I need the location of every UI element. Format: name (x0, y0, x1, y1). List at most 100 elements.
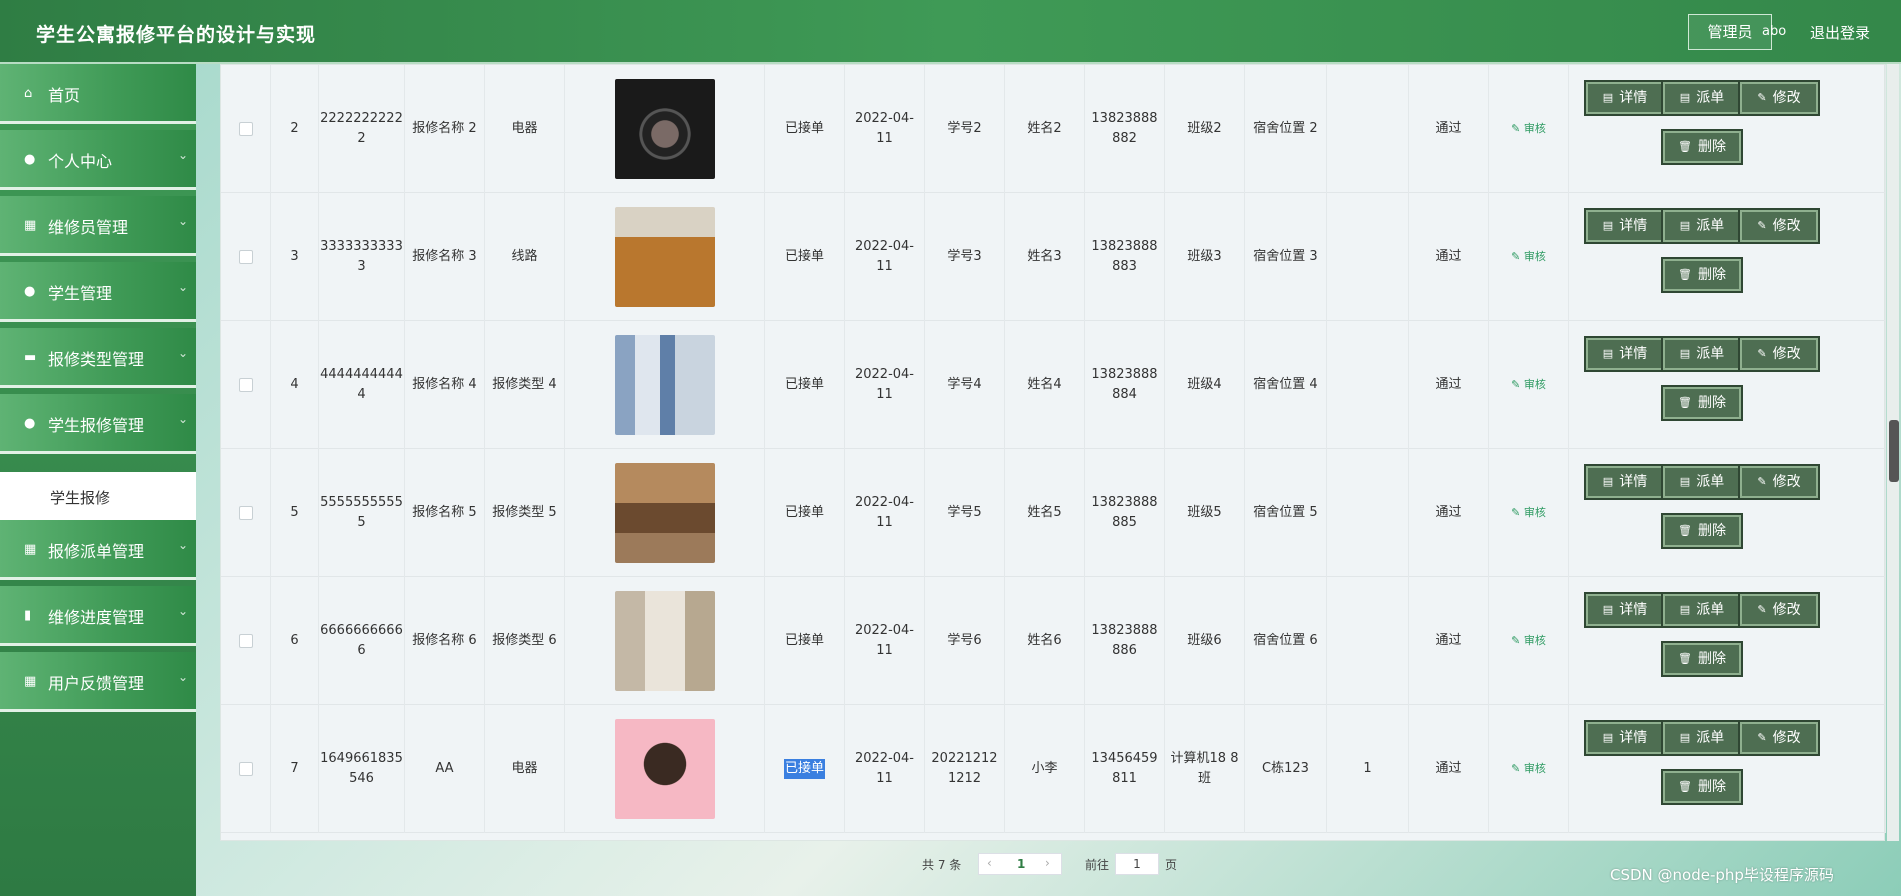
status-cell: 已接单 (765, 193, 845, 321)
repair-photo (614, 591, 715, 691)
logout-link[interactable]: 退出登录 (1810, 22, 1870, 43)
sidebar-item-4[interactable]: ▬ 报修类型管理 ⌄ (0, 328, 196, 388)
audit-link[interactable]: ✎ 审核 (1511, 631, 1546, 651)
detail-button[interactable]: ▤ 详情 (1584, 208, 1666, 244)
edit-label: 修改 (1772, 346, 1801, 362)
photo-cell (565, 65, 765, 193)
row-checkbox[interactable] (238, 122, 253, 136)
edit-button[interactable]: ✎ 修改 (1738, 336, 1820, 372)
sidebar-item-1[interactable]: ● 个人中心 ⌄ (0, 130, 196, 190)
detail-button[interactable]: ▤ 详情 (1584, 464, 1666, 500)
sidebar-item-8[interactable]: ▦ 用户反馈管理 ⌄ (0, 652, 196, 712)
sidebar-submenu-student-repair[interactable]: 学生报修 (0, 472, 196, 520)
chevron-down-icon: ⌄ (178, 538, 189, 552)
audit-link[interactable]: ✎ 审核 (1511, 759, 1546, 779)
detail-button[interactable]: ▤ 详情 (1584, 720, 1666, 756)
review: 通过 (1435, 633, 1462, 648)
actions-cell: ▤ 详情 ▤ 派单 ✎ 修改 🗑 删除 (1569, 449, 1886, 577)
dispatch-button[interactable]: ▤ 派单 (1661, 336, 1743, 372)
sidebar-item-5[interactable]: ● 学生报修管理 ⌄ (0, 394, 196, 454)
chevron-down-icon: ⌄ (178, 148, 189, 162)
document-icon: ▤ (1602, 603, 1614, 616)
row-checkbox[interactable] (238, 250, 253, 264)
status: 已接单 (784, 121, 824, 136)
page-suffix: 页 (1165, 858, 1178, 872)
status-cell: 已接单 (765, 705, 845, 833)
count-cell (1327, 193, 1409, 321)
detail-button[interactable]: ▤ 详情 (1584, 80, 1666, 116)
audit-link[interactable]: ✎ 审核 (1511, 375, 1546, 395)
sidebar-item-2[interactable]: ▦ 维修员管理 ⌄ (0, 196, 196, 256)
edit-button[interactable]: ✎ 修改 (1738, 80, 1820, 116)
dispatch-button[interactable]: ▤ 派单 (1661, 720, 1743, 756)
student-name: 姓名4 (1027, 377, 1062, 392)
delete-button[interactable]: 🗑 删除 (1661, 513, 1743, 549)
pencil-icon: ✎ (1757, 219, 1767, 232)
scrollbar-thumb[interactable] (1889, 420, 1899, 482)
class-cell: 班级4 (1165, 321, 1245, 449)
sidebar-item-3[interactable]: ● 学生管理 ⌄ (0, 262, 196, 322)
dispatch-button[interactable]: ▤ 派单 (1661, 208, 1743, 244)
photo-cell (565, 705, 765, 833)
date-cell: 2022-04- 11 (845, 577, 925, 705)
edit-label: 修改 (1772, 218, 1801, 234)
edit-button[interactable]: ✎ 修改 (1738, 208, 1820, 244)
photo-cell (565, 193, 765, 321)
phone-cell: 13823888 882 (1085, 65, 1165, 193)
phone-cell: 13823888 883 (1085, 193, 1165, 321)
dispatch-button[interactable]: ▤ 派单 (1661, 592, 1743, 628)
audit-link[interactable]: ✎ 审核 (1511, 119, 1546, 139)
delete-button[interactable]: 🗑 删除 (1661, 641, 1743, 677)
delete-button[interactable]: 🗑 删除 (1661, 385, 1743, 421)
index: 6 (290, 633, 299, 648)
actions-cell: ▤ 详情 ▤ 派单 ✎ 修改 🗑 删除 (1569, 65, 1886, 193)
goto-page-input[interactable]: 1 (1115, 853, 1159, 875)
row-checkbox[interactable] (238, 762, 253, 776)
current-page[interactable]: 1 (1017, 857, 1025, 871)
trash-icon: 🗑 (1678, 140, 1692, 153)
edit-label: 修改 (1772, 90, 1801, 106)
index-cell: 5 (271, 449, 319, 577)
status-cell: 已接单 (765, 321, 845, 449)
row-checkbox[interactable] (238, 506, 253, 520)
audit-link[interactable]: ✎ 审核 (1511, 503, 1546, 523)
detail-label: 详情 (1619, 218, 1648, 234)
dispatch-button[interactable]: ▤ 派单 (1661, 464, 1743, 500)
name: AA (435, 761, 454, 776)
dispatch-button[interactable]: ▤ 派单 (1661, 80, 1743, 116)
delete-button[interactable]: 🗑 删除 (1661, 257, 1743, 293)
repair-photo (614, 79, 715, 179)
checkbox-cell (221, 193, 271, 321)
location-cell: 宿舍位置 5 (1245, 449, 1327, 577)
role-button[interactable]: 管理员 (1688, 14, 1772, 50)
trash-icon: 🗑 (1678, 780, 1692, 793)
row-checkbox[interactable] (238, 634, 253, 648)
audit-label: 审核 (1523, 250, 1546, 263)
sidebar-item-7[interactable]: ▮ 维修进度管理 ⌄ (0, 586, 196, 646)
audit-link[interactable]: ✎ 审核 (1511, 247, 1546, 267)
table-row: 3 3333333333 3 报修名称 3 线路 已接单 2022-04- 11 学号3 姓名… (221, 193, 1886, 321)
delete-button[interactable]: 🗑 删除 (1661, 769, 1743, 805)
document-icon: ▤ (1679, 219, 1691, 232)
name-cell: AA (405, 705, 485, 833)
sidebar-item-0[interactable]: ⌂ 首页 (0, 64, 196, 124)
user-icon: ● (24, 284, 36, 299)
edit-button[interactable]: ✎ 修改 (1738, 720, 1820, 756)
class: 班级2 (1187, 121, 1222, 136)
delete-button[interactable]: 🗑 删除 (1661, 129, 1743, 165)
edit-button[interactable]: ✎ 修改 (1738, 464, 1820, 500)
phone: 13823888 886 (1091, 623, 1158, 658)
sidebar-item-6[interactable]: ▦ 报修派单管理 ⌄ (0, 520, 196, 580)
next-page-icon[interactable]: › (1045, 856, 1050, 870)
prev-page-icon[interactable]: ‹ (987, 856, 992, 870)
row-checkbox[interactable] (238, 378, 253, 392)
audit-label: 审核 (1523, 122, 1546, 135)
detail-button[interactable]: ▤ 详情 (1584, 592, 1666, 628)
photo-cell (565, 449, 765, 577)
submenu-label: 学生报修 (50, 489, 111, 507)
edit-button[interactable]: ✎ 修改 (1738, 592, 1820, 628)
type: 报修类型 6 (492, 633, 557, 648)
number-cell: 5555555555 5 (319, 449, 405, 577)
delete-label: 删除 (1697, 779, 1726, 795)
detail-button[interactable]: ▤ 详情 (1584, 336, 1666, 372)
